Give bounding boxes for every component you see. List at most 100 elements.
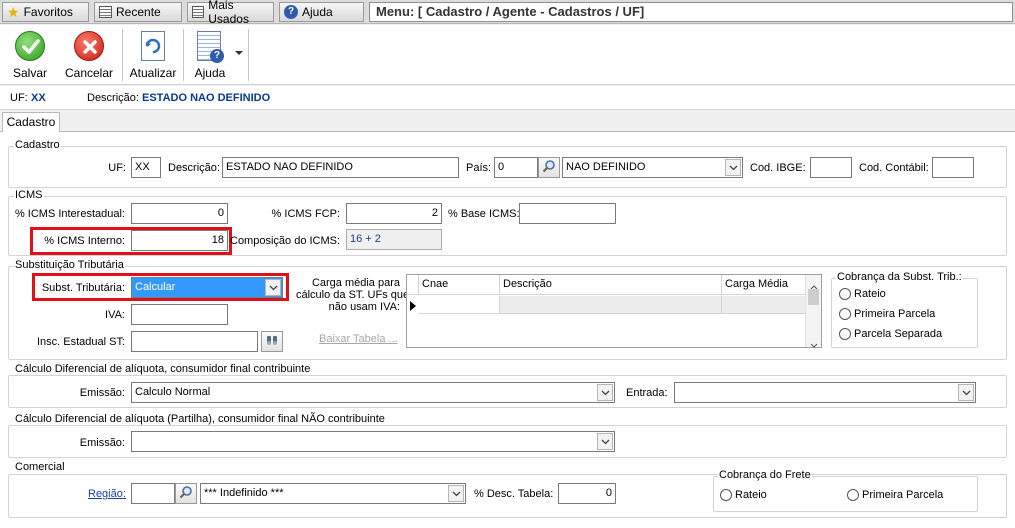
record-info-line: UF: XX Descrição: ESTADO NAO DEFINIDO [0,86,1015,110]
mais-usados-button[interactable]: Mais Usados [187,0,274,26]
regiao-search-button[interactable] [175,483,197,504]
favoritos-label: Favoritos [23,5,73,19]
grid-cell-cnae[interactable] [419,296,500,314]
binoculars-icon [265,333,279,350]
grid-header-descricao[interactable]: Descrição [500,275,722,295]
info-uf-value: XX [31,92,46,104]
desc-tabela-label: % Desc. Tabela: [474,488,554,500]
form-content: Cadastro UF: XX Descrição: ESTADO NAO DE… [0,132,1015,528]
iva-label: IVA: [105,309,125,321]
carga-label-line-2: cálculo da ST. UFs que [296,289,410,301]
radio-label: Rateio [854,288,886,300]
regiao-combo[interactable]: *** Indefinido *** [200,483,466,504]
frete-rateio-radio[interactable]: Rateio [720,489,767,501]
radio-dot [839,288,851,300]
cancel-button[interactable]: Cancelar [63,27,115,83]
partilha-group-title: Cálculo Diferencial de alíquota (Partilh… [14,413,386,425]
grid-scrollbar[interactable] [805,275,821,348]
radio-label: Primeira Parcela [854,308,936,320]
radio-dot [720,489,732,501]
difal-group-title: Cálculo Diferencial de alíquota, consumi… [14,363,312,375]
base-icms-input[interactable] [519,203,616,224]
radio-dot [839,328,851,340]
partilha-emissao-label: Emissão: [79,437,125,449]
regiao-combo-value: *** Indefinido *** [204,487,284,499]
pais-combo[interactable]: NAO DEFINIDO [562,157,743,178]
check-icon [15,31,45,61]
regiao-link[interactable]: Região: [88,488,126,500]
grid-header-cnae[interactable]: Cnae [419,275,500,295]
chevron-down-icon[interactable] [725,159,741,176]
subst-highlight [32,273,289,301]
tab-strip: Cadastro [0,110,1015,133]
save-button[interactable]: Salvar [4,27,56,83]
carga-label-line-1: Carga média para [311,277,400,289]
info-descricao-label: Descrição: [87,92,139,104]
difal-entrada-combo[interactable] [674,382,976,403]
radio-dot [847,489,859,501]
toolbar-separator [122,29,123,81]
help-document-icon: ? [197,31,224,63]
radio-label: Parcela Separada [854,328,943,340]
chevron-down-icon[interactable] [597,384,613,401]
ibge-input[interactable] [810,157,852,178]
pais-search-button[interactable] [538,157,560,178]
chevron-down-icon[interactable] [958,384,974,401]
frete-group-title: Cobrança do Frete [718,469,812,481]
insc-st-lookup-button[interactable] [261,331,283,352]
frete-primeira-radio[interactable]: Primeira Parcela [847,489,943,501]
fcp-input[interactable]: 2 [346,203,442,224]
recente-label: Recente [116,5,161,19]
difal-emissao-label: Emissão: [79,387,125,399]
help-button[interactable]: ? Ajuda [188,27,232,83]
partilha-emissao-combo[interactable] [131,431,615,452]
tab-cadastro[interactable]: Cadastro [2,112,60,133]
descricao-input[interactable]: ESTADO NAO DEFINIDO [222,157,459,178]
interestadual-input[interactable]: 0 [131,203,228,224]
chevron-down-icon[interactable] [597,433,613,450]
regiao-code-input[interactable] [131,483,175,504]
iva-input[interactable] [131,304,228,325]
help-dropdown-arrow[interactable] [233,47,245,57]
ajuda-nav-button[interactable]: ? Ajuda [279,2,364,22]
favoritos-button[interactable]: ★ Favoritos [2,2,89,22]
interestadual-label: % ICMS Interestadual: [14,208,125,220]
pais-combo-value: NAO DEFINIDO [566,161,646,173]
difal-emissao-combo[interactable]: Calculo Normal [131,382,615,403]
cobranca-st-primeira-radio[interactable]: Primeira Parcela [839,308,935,320]
cadastro-uf-label: UF: [108,162,126,174]
carga-media-grid[interactable]: Cnae Descrição Carga Média [406,274,822,348]
star-icon: ★ [7,4,20,20]
difal-emissao-value: Calculo Normal [135,386,211,398]
baixar-tabela-link[interactable]: Baixar Tabela ... [319,333,398,345]
refresh-button[interactable]: Atualizar [127,27,179,83]
help-label: Ajuda [194,66,226,80]
grid-corner [407,275,419,295]
radio-label: Rateio [735,489,767,501]
uf-input[interactable]: XX [131,157,161,178]
grid-cell-carga-media[interactable] [722,296,806,314]
comercial-group-title: Comercial [14,461,66,473]
difal-entrada-label: Entrada: [626,387,668,399]
chevron-down-icon[interactable] [448,485,464,502]
contabil-label: Cod. Contábil: [859,162,929,174]
info-descricao-value: ESTADO NAO DEFINIDO [142,92,271,104]
desc-tabela-input[interactable]: 0 [558,483,616,504]
help-circle-icon: ? [284,5,298,19]
insc-st-input[interactable] [131,331,258,352]
top-nav-bar: ★ Favoritos Recente Mais Usados ? Ajuda … [0,0,1015,26]
contabil-input[interactable] [932,157,974,178]
recente-button[interactable]: Recente [94,2,182,22]
cobranca-st-separada-radio[interactable]: Parcela Separada [839,328,942,340]
mais-usados-label: Mais Usados [208,0,249,26]
cobranca-st-rateio-radio[interactable]: Rateio [839,288,886,300]
most-used-icon [192,6,205,18]
grid-cell-descricao [500,296,722,314]
info-uf-label: UF: [10,92,28,104]
scroll-down-icon[interactable] [810,337,818,351]
carga-label: Carga média para cálculo da ST. UFs que … [296,277,410,313]
grid-header-carga-media[interactable]: Carga Média [722,275,806,295]
recent-list-icon [99,6,112,18]
pais-code-input[interactable]: 0 [494,157,538,178]
scroll-thumb[interactable] [808,289,819,305]
